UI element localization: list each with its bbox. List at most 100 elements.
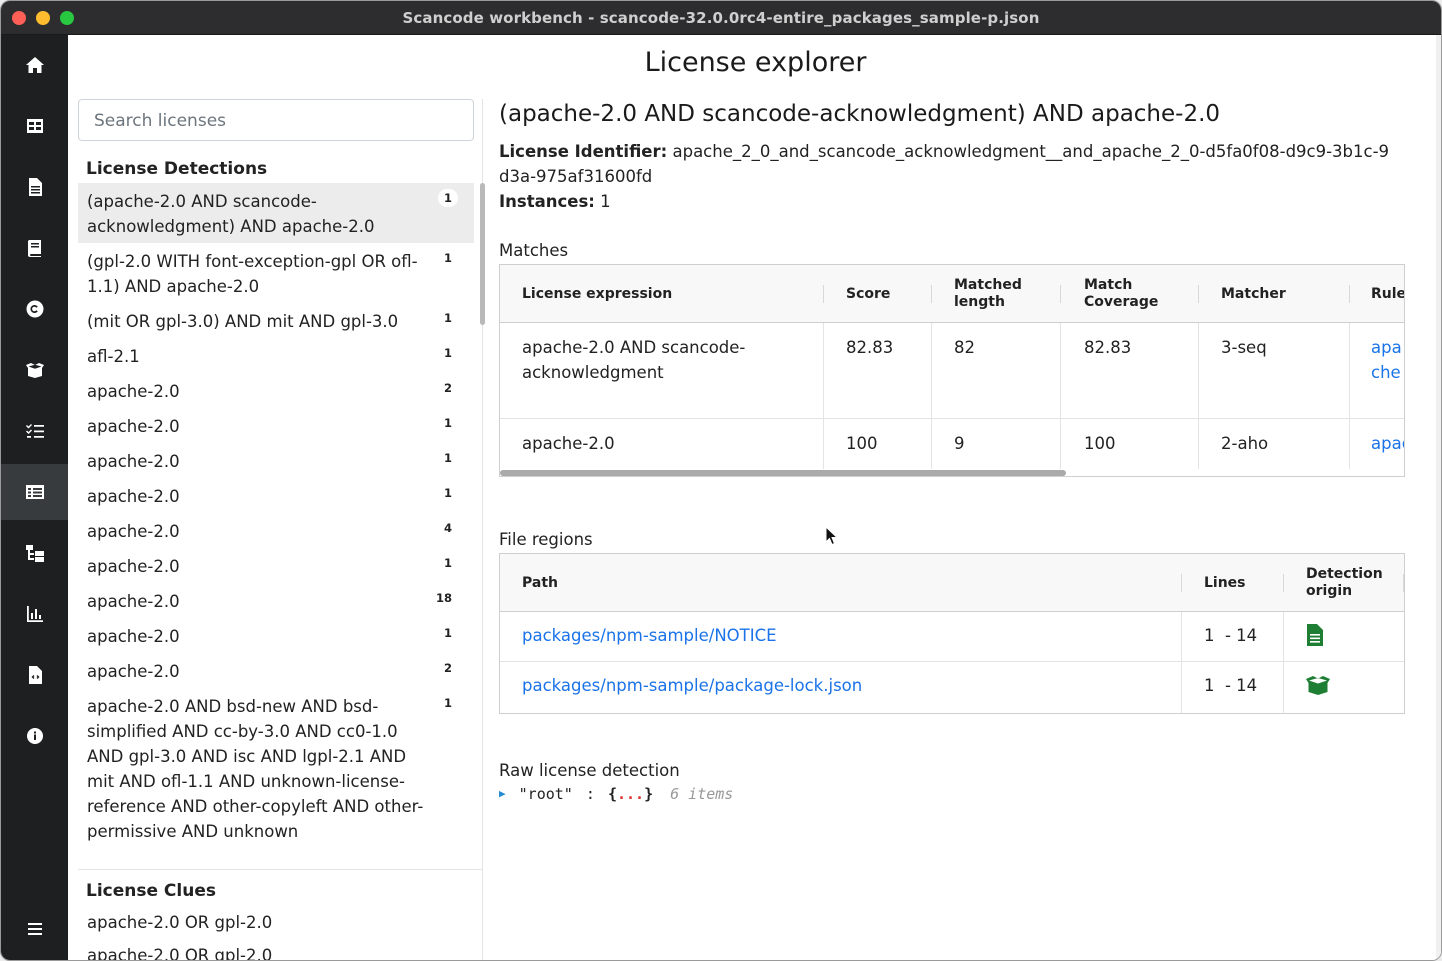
nav-license-info[interactable] (1, 220, 68, 276)
instances-value: 1 (600, 192, 611, 211)
file-regions-heading: File regions (499, 530, 593, 549)
json-item-count: 6 items (670, 785, 734, 803)
list-item[interactable]: afl-2.1 1 (78, 338, 474, 375)
cell-matcher: 2-aho (1221, 434, 1269, 453)
json-colon: : (585, 785, 595, 803)
matches-heading: Matches (499, 241, 569, 260)
license-identifier: License Identifier: apache_2_0_and_scanc… (499, 139, 1399, 189)
nav-file-viewer[interactable] (1, 647, 68, 703)
list-item[interactable]: apache-2.0 1 (78, 408, 474, 445)
list-item[interactable]: apache-2.0 1 (78, 618, 474, 655)
list-item[interactable]: (gpl-2.0 WITH font-exception-gpl OR ofl-… (78, 243, 474, 305)
table-icon (26, 119, 43, 133)
file-code-icon (28, 666, 42, 684)
list-item-label: afl-2.1 (87, 347, 140, 366)
list-item[interactable]: apache-2.0 1 (78, 478, 474, 515)
list-item[interactable]: apache-2.0 2 (78, 373, 474, 410)
list-item-label: apache-2.0 (87, 627, 180, 646)
table-row[interactable]: apache-2.0 AND scancode-acknowledgment 8… (500, 323, 1404, 419)
table-row[interactable]: apache-2.0 100 9 100 2-aho apache-2.0 (500, 419, 1404, 469)
table-row[interactable]: packages/npm-sample/NOTICE 1 - 14 (500, 612, 1404, 662)
file-path-link[interactable]: packages/npm-sample/package-lock.json (522, 673, 862, 698)
json-brace-close: } (644, 785, 654, 803)
main-content: License explorer Search licenses License… (68, 35, 1441, 960)
col-detection-origin[interactable]: Detection origin (1306, 566, 1401, 600)
list-item[interactable]: apache-2.0 2 (78, 653, 474, 690)
expand-toggle-icon[interactable]: ▶ (499, 787, 506, 800)
list-item-label: (gpl-2.0 WITH font-exception-gpl OR ofl-… (87, 252, 418, 296)
count-badge: 2 (437, 379, 458, 397)
list-item-label: apache-2.0 AND bsd-new AND bsd-simplifie… (87, 697, 424, 841)
package-icon[interactable] (1305, 675, 1331, 696)
clue-item[interactable]: apache-2.0 OR gpl-2.0 (87, 913, 272, 932)
list-scrollbar[interactable] (480, 183, 485, 325)
nav-file-info[interactable] (1, 159, 68, 215)
nav-copyright-info[interactable] (1, 281, 68, 337)
cell-score: 82.83 (846, 338, 894, 357)
bar-chart-icon (26, 606, 43, 622)
col-lines[interactable]: Lines (1204, 575, 1246, 592)
file-regions-table: Path Lines Detection origin packages/npm… (499, 553, 1405, 714)
col-rule[interactable]: Rule (1371, 286, 1404, 303)
table-row[interactable]: packages/npm-sample/package-lock.json 1 … (500, 662, 1404, 713)
col-match-coverage[interactable]: Match Coverage (1084, 277, 1164, 311)
instances: Instances: 1 (499, 189, 611, 214)
cell-coverage: 100 (1084, 434, 1116, 453)
license-clues-heading: License Clues (86, 881, 216, 901)
col-matcher[interactable]: Matcher (1221, 286, 1286, 303)
window-scrollbar[interactable] (1436, 35, 1441, 960)
license-detections-heading: License Detections (86, 159, 268, 179)
nav-charts[interactable] (1, 586, 68, 642)
list-item-label: apache-2.0 (87, 487, 180, 506)
json-ellipsis[interactable]: ... (617, 785, 644, 803)
json-key: "root" (518, 785, 573, 803)
raw-detection-heading: Raw license detection (499, 761, 680, 780)
list-item[interactable]: apache-2.0 1 (78, 443, 474, 480)
rule-link[interactable]: apache-2.0_and_scancode-acknowledgment (1371, 335, 1404, 385)
copyright-icon (25, 300, 44, 318)
count-badge: 1 (437, 554, 458, 572)
nav-dependencies[interactable] (1, 525, 68, 581)
clue-item[interactable]: apache-2.0 OR gpl-2.0 (87, 946, 272, 960)
list-item[interactable]: apache-2.0 1 (78, 548, 474, 585)
search-licenses-input[interactable]: Search licenses (78, 99, 474, 141)
list-item[interactable]: apache-2.0 AND bsd-new AND bsd-simplifie… (78, 688, 474, 850)
nav-home[interactable] (1, 37, 68, 93)
cell-score: 100 (846, 434, 878, 453)
count-badge: 1 (437, 309, 458, 327)
col-matched-length[interactable]: Matched length (954, 277, 1034, 311)
list-item[interactable]: (mit OR gpl-3.0) AND mit AND gpl-3.0 1 (78, 303, 474, 340)
list-item-label: apache-2.0 (87, 557, 180, 576)
package-icon (25, 363, 44, 378)
list-item[interactable]: (apache-2.0 AND scancode-acknowledgment)… (78, 183, 474, 243)
col-license-expression[interactable]: License expression (522, 286, 672, 303)
list-item-label: apache-2.0 (87, 662, 180, 681)
count-badge: 18 (429, 589, 458, 607)
file-path-link[interactable]: packages/npm-sample/NOTICE (522, 623, 777, 648)
table-horizontal-scrollbar[interactable] (500, 470, 1066, 476)
col-path[interactable]: Path (522, 575, 558, 592)
col-score[interactable]: Score (846, 286, 890, 303)
cell-lines: 1 - 14 (1204, 626, 1258, 645)
nav-license-explorer[interactable] (1, 464, 68, 520)
nav-package-info[interactable] (1, 342, 68, 398)
count-badge: 1 (437, 694, 458, 712)
license-list-panel: Search licenses License Detections (apac… (78, 99, 485, 960)
page-title: License explorer (644, 47, 867, 78)
dependency-tree-icon (25, 545, 44, 562)
checklist-icon (25, 424, 44, 438)
nav-about[interactable] (1, 708, 68, 764)
count-badge: 1 (437, 484, 458, 502)
list-item[interactable]: apache-2.0 4 (78, 513, 474, 550)
nav-menu[interactable] (1, 901, 68, 957)
instances-label: Instances: (499, 192, 595, 211)
file-icon[interactable] (1306, 624, 1324, 646)
nav-table-view[interactable] (1, 98, 68, 154)
matches-table: License expression Score Matched length … (499, 264, 1405, 477)
count-badge: 1 (437, 344, 458, 362)
list-item[interactable]: apache-2.0 18 (78, 583, 474, 620)
nav-scan-info[interactable] (1, 403, 68, 459)
table-header: License expression Score Matched length … (500, 265, 1404, 323)
cell-length: 82 (954, 338, 975, 357)
rule-link[interactable]: apache-2.0 (1371, 431, 1404, 456)
